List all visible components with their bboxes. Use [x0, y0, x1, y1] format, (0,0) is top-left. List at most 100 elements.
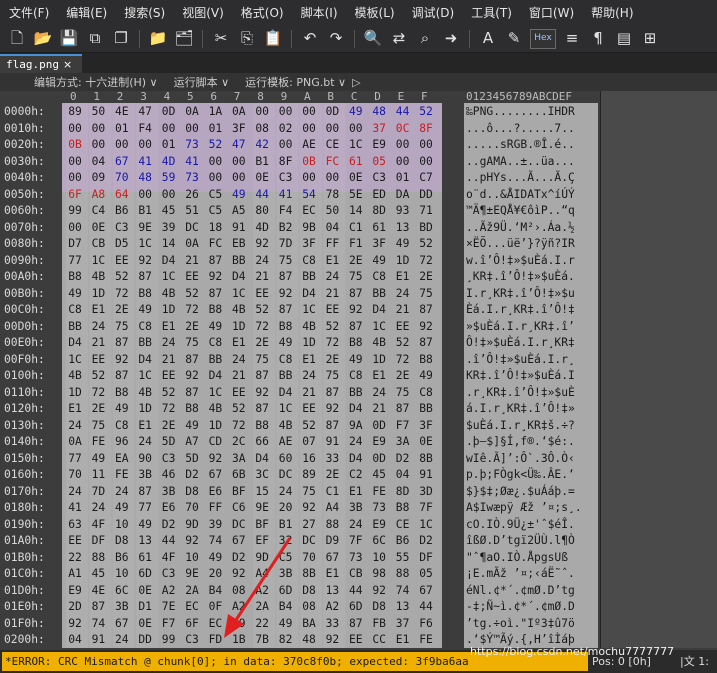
hex-byte[interactable]: 77 [64, 450, 86, 467]
hex-byte[interactable]: 92 [181, 367, 203, 384]
hex-byte[interactable]: 72 [181, 301, 203, 318]
hex-byte[interactable]: CB [87, 235, 109, 252]
hex-byte[interactable]: 00 [64, 169, 86, 186]
hex-byte[interactable]: E1 [64, 400, 86, 417]
hex-row[interactable]: 00D0h: BB 24 75 C8 E1 2E 49 1D 72 B8 4B 52 87 1C EE 92 »$… [0, 318, 600, 335]
hex-byte[interactable]: 74 [392, 582, 414, 599]
ascii-text[interactable]: w.î’Ô!‡»$uÈá.I.r [466, 252, 575, 269]
hex-byte[interactable]: 00 [392, 153, 414, 170]
hex-byte[interactable]: 52 [251, 301, 273, 318]
hex-byte[interactable]: 00 [275, 103, 297, 120]
hex-byte[interactable]: 13 [392, 598, 414, 615]
hex-byte[interactable]: E1 [392, 268, 414, 285]
hex-byte[interactable]: C3 [275, 169, 297, 186]
hex-byte[interactable]: EE [87, 351, 109, 368]
hex-byte[interactable]: 5D [181, 450, 203, 467]
hex-byte[interactable]: FE [111, 466, 133, 483]
hex-byte[interactable]: 1C [204, 384, 226, 401]
hex-byte[interactable]: B6 [392, 532, 414, 549]
hex-byte[interactable]: D4 [134, 351, 156, 368]
hex-byte[interactable]: 87 [251, 400, 273, 417]
hex-byte[interactable]: 21 [368, 400, 390, 417]
hex-byte[interactable]: 0A [228, 103, 250, 120]
hex-row[interactable]: 00A0h: B8 4B 52 87 1C EE 92 D4 21 87 BB 24 75 C8 E1 2E ¸K… [0, 268, 600, 285]
hex-byte[interactable]: B6 [111, 202, 133, 219]
hex-byte[interactable]: AE [275, 433, 297, 450]
hex-byte[interactable]: 64 [111, 186, 133, 203]
hex-byte[interactable]: 1D [368, 351, 390, 368]
hex-byte[interactable]: 1D [228, 318, 250, 335]
pilcrow-icon[interactable]: ¶ [588, 29, 608, 49]
hex-row[interactable]: 0180h: 41 24 49 77 E6 70 FF C6 9E 20 92 A4 3B 73 B8 7F A$… [0, 499, 600, 516]
hex-byte[interactable]: 75 [251, 351, 273, 368]
hex-byte[interactable]: 2E [87, 400, 109, 417]
hex-byte[interactable]: C8 [415, 384, 437, 401]
hex-mode-icon[interactable]: Hex [530, 28, 556, 49]
hex-byte[interactable]: 08 [251, 120, 273, 137]
hex-byte[interactable]: 9E [251, 499, 273, 516]
hex-byte[interactable]: 49 [204, 318, 226, 335]
hex-byte[interactable]: 55 [392, 549, 414, 566]
hex-byte[interactable]: 04 [64, 631, 86, 648]
hex-byte[interactable]: A4 [368, 648, 390, 649]
hex-row[interactable]: 0080h: D7 CB D5 1C 14 0A FC EB 92 7D 3F FF F1 3F 49 52 ×Ë… [0, 235, 600, 252]
hex-byte[interactable]: 41 [134, 153, 156, 170]
hex-byte[interactable]: 04 [87, 153, 109, 170]
hex-byte[interactable]: 3B [345, 499, 367, 516]
hex-byte[interactable]: 3C [251, 466, 273, 483]
hex-byte[interactable]: D4 [228, 268, 250, 285]
hex-byte[interactable]: 60 [275, 450, 297, 467]
hex-byte[interactable]: 49 [392, 235, 414, 252]
hex-byte[interactable]: 00 [298, 120, 320, 137]
hex-byte[interactable]: 75 [415, 285, 437, 302]
hex-byte[interactable]: 74 [87, 615, 109, 632]
hex-byte[interactable]: 24 [321, 268, 343, 285]
replace-icon[interactable]: ⇄ [389, 29, 409, 49]
hex-byte[interactable]: E9 [64, 582, 86, 599]
hex-byte[interactable]: 66 [251, 433, 273, 450]
hex-byte[interactable]: C3 [111, 219, 133, 236]
hex-byte[interactable]: 3B [111, 598, 133, 615]
hex-byte[interactable]: 75 [392, 384, 414, 401]
hex-byte[interactable]: 75 [298, 483, 320, 500]
hex-byte[interactable]: 00 [321, 169, 343, 186]
hex-byte[interactable]: 24 [87, 318, 109, 335]
hex-byte[interactable]: 00 [158, 186, 180, 203]
hex-byte[interactable]: 05 [415, 565, 437, 582]
hex-byte[interactable]: 6D [134, 565, 156, 582]
hex-byte[interactable]: CE [392, 516, 414, 533]
hex-byte[interactable]: 87 [111, 367, 133, 384]
hex-byte[interactable]: A7 [181, 433, 203, 450]
hex-byte[interactable]: 1C [134, 367, 156, 384]
hex-byte[interactable]: 75 [345, 268, 367, 285]
hex-byte[interactable]: EE [228, 384, 250, 401]
hex-byte[interactable]: CC [368, 631, 390, 648]
hex-byte[interactable]: C1 [345, 219, 367, 236]
ascii-text[interactable]: p.þ;FÒgk<Ü‰.ÂE.‘ [466, 466, 575, 483]
hex-byte[interactable]: 00 [298, 169, 320, 186]
hex-byte[interactable]: C3 [368, 169, 390, 186]
hex-byte[interactable]: C7 [415, 169, 437, 186]
hex-byte[interactable]: 01 [158, 136, 180, 153]
hex-row[interactable]: 0100h: 4B 52 87 1C EE 92 D4 21 87 BB 24 75 C8 E1 2E 49 KR… [0, 367, 600, 384]
close-icon[interactable]: × [63, 58, 72, 71]
hex-byte[interactable]: EE [158, 367, 180, 384]
hex-byte[interactable]: 24 [87, 499, 109, 516]
hex-byte[interactable]: 2E [158, 417, 180, 434]
hex-byte[interactable]: 72 [228, 417, 250, 434]
hex-byte[interactable]: 24 [275, 483, 297, 500]
hex-byte[interactable]: 00 [204, 153, 226, 170]
hex-byte[interactable]: 87 [134, 268, 156, 285]
hex-byte[interactable]: 49 [134, 301, 156, 318]
hex-byte[interactable]: FE [415, 631, 437, 648]
hex-byte[interactable]: 73 [181, 136, 203, 153]
hex-byte[interactable]: D4 [298, 285, 320, 302]
hex-byte[interactable]: C8 [64, 301, 86, 318]
hex-byte[interactable]: 67 [111, 615, 133, 632]
hex-byte[interactable]: 2E [345, 252, 367, 269]
ascii-text[interactable]: -‡;Ñ~ì.¢*´.¢mØ.D [466, 598, 575, 615]
hex-byte[interactable]: F4 [134, 120, 156, 137]
hex-byte[interactable]: EC [298, 202, 320, 219]
hex-byte[interactable]: 61 [134, 549, 156, 566]
hex-byte[interactable]: 33 [321, 450, 343, 467]
